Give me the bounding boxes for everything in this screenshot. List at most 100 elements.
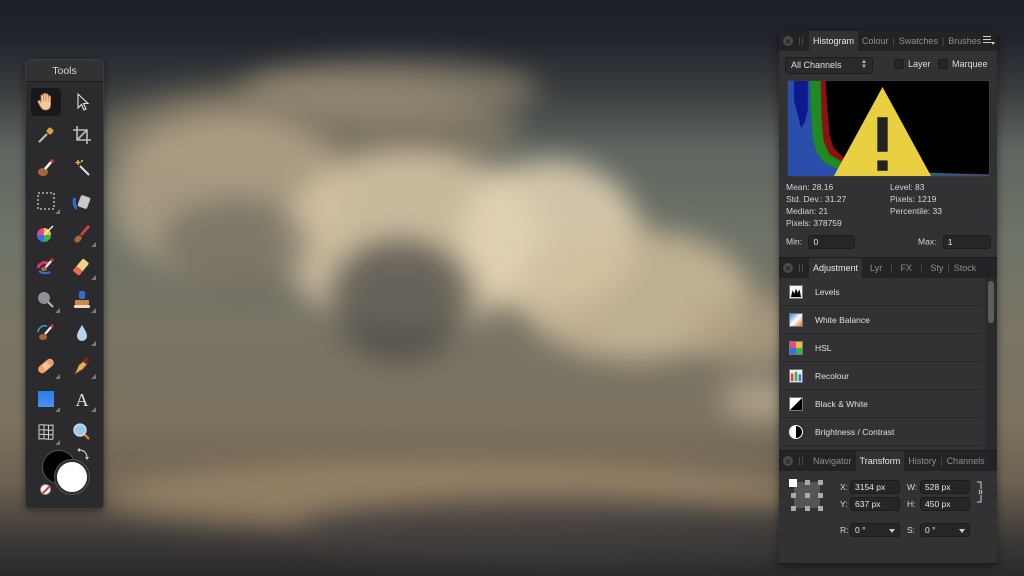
water-drop-icon (77, 325, 87, 341)
adjustment-item-brightness-contrast[interactable]: Brightness / Contrast (783, 418, 983, 446)
tab-navigator[interactable]: Navigator (809, 451, 856, 471)
adjustment-item-label: White Balance (815, 314, 870, 325)
tab-stock[interactable]: Stock (950, 258, 981, 278)
tab-fx[interactable]: FX (897, 258, 917, 278)
selection-brush-tool[interactable] (31, 154, 61, 182)
histogram-graph (787, 80, 990, 177)
adjustment-item-recolour[interactable]: Recolour (783, 362, 983, 390)
paint-bucket-icon (72, 195, 91, 210)
shear-label: S: (907, 525, 916, 535)
pixel-tool[interactable] (31, 253, 61, 281)
levels-icon (789, 284, 803, 299)
anchor-middle-left[interactable] (791, 493, 796, 498)
tab-history[interactable]: History (904, 451, 940, 471)
move-tool[interactable] (67, 88, 97, 116)
y-input[interactable]: 637 px (850, 497, 900, 511)
anchor-bottom-right[interactable] (818, 506, 823, 511)
flood-select-tool[interactable] (67, 154, 97, 182)
crop-tool[interactable] (67, 121, 97, 149)
tab-layers[interactable]: Lyr (866, 258, 886, 278)
flyout-indicator (55, 440, 60, 445)
rectangle-tool[interactable] (31, 385, 61, 413)
link-dimensions-icon[interactable] (976, 481, 984, 503)
w-input[interactable]: 528 px (920, 480, 970, 494)
tab-colour[interactable]: Colour (858, 31, 893, 51)
panel-menu-icon[interactable] (983, 36, 995, 45)
scrollbar-thumb[interactable] (988, 281, 994, 323)
pen-tool[interactable] (67, 352, 97, 380)
shear-value: 0 ° (925, 525, 936, 535)
blur-tool[interactable] (67, 319, 97, 347)
cloud-shape (300, 500, 800, 560)
healing-tool[interactable] (31, 352, 61, 380)
close-panel-icon[interactable] (783, 456, 793, 466)
text-tool[interactable]: A (67, 385, 97, 413)
anchor-bottom-center[interactable] (805, 506, 810, 511)
min-input[interactable]: 0 (808, 235, 856, 249)
recolour-icon (789, 368, 803, 383)
tab-histogram[interactable]: Histogram (809, 31, 859, 51)
anchor-center[interactable] (805, 493, 810, 498)
close-panel-icon[interactable] (783, 263, 793, 273)
clone-tool[interactable] (67, 286, 97, 314)
tab-styles[interactable]: Sty (926, 258, 947, 278)
shear-select[interactable]: 0 ° (920, 523, 970, 537)
updown-chevron-icon: ▲ ▼ (861, 59, 867, 70)
colour-replacement-tool[interactable] (31, 220, 61, 248)
dodge-tool[interactable] (31, 286, 61, 314)
anchor-top-center[interactable] (805, 480, 810, 485)
stat-level: Level: 83 (890, 182, 925, 192)
marquee-tool[interactable] (31, 187, 61, 215)
histogram-body: All Channels ▲ ▼ Layer Marquee Mean: 28.… (779, 51, 997, 257)
anchor-top-left[interactable] (789, 479, 797, 487)
tab-separator: | (890, 263, 893, 273)
tab-adjustment[interactable]: Adjustment (809, 258, 863, 278)
anchor-top-right[interactable] (818, 480, 823, 485)
anchor-middle-right[interactable] (818, 493, 823, 498)
adjustment-item-white-balance[interactable]: White Balance (783, 306, 983, 334)
checkbox-box[interactable] (938, 59, 948, 69)
max-input[interactable]: 1 (942, 235, 991, 249)
tab-swatches[interactable]: Swatches (895, 31, 942, 51)
marquee-checkbox[interactable]: Marquee (938, 59, 988, 69)
checkbox-box[interactable] (894, 59, 904, 69)
x-input[interactable]: 3154 px (850, 480, 900, 494)
max-label: Max: (918, 236, 937, 247)
adjustment-item-hsl[interactable]: HSL (783, 334, 983, 362)
adjustment-item-levels[interactable]: Levels (783, 278, 983, 306)
close-panel-icon[interactable] (783, 36, 793, 46)
cloud-shape (330, 240, 470, 360)
swap-colours-icon[interactable] (76, 447, 90, 461)
no-colour-icon[interactable] (40, 484, 51, 495)
view-tool[interactable] (31, 88, 61, 116)
flood-fill-tool[interactable] (67, 187, 97, 215)
mesh-warp-tool[interactable] (31, 418, 61, 446)
hand-icon (37, 92, 51, 111)
secondary-colour-swatch[interactable] (55, 460, 89, 494)
channel-select[interactable]: All Channels ▲ ▼ (785, 57, 873, 74)
layer-checkbox[interactable]: Layer (894, 59, 931, 69)
rotation-select[interactable]: 0 ° (850, 523, 900, 537)
tab-brushes[interactable]: Brushes (944, 31, 985, 51)
color-picker-tool[interactable] (31, 121, 61, 149)
anchor-point-selector[interactable] (789, 479, 823, 511)
adjustment-item-label: Black & White (815, 398, 868, 409)
drag-grip-icon[interactable] (799, 264, 803, 272)
drag-grip-icon[interactable] (799, 457, 803, 465)
adjustment-scrollbar[interactable] (985, 278, 997, 450)
rotation-label: R: (840, 525, 849, 535)
tab-transform[interactable]: Transform (855, 451, 905, 471)
anchor-bottom-left[interactable] (791, 506, 796, 511)
tab-channels[interactable]: Channels (943, 451, 989, 471)
layer-checkbox-label: Layer (908, 59, 931, 69)
smudge-tool[interactable] (31, 319, 61, 347)
zoom-tool[interactable] (67, 418, 97, 446)
h-input[interactable]: 450 px (920, 497, 970, 511)
drag-grip-icon[interactable] (799, 37, 803, 45)
adjustment-item-black-white[interactable]: Black & White (783, 390, 983, 418)
flyout-indicator (55, 209, 60, 214)
erase-brush-tool[interactable] (67, 253, 97, 281)
paint-brush-tool[interactable] (67, 220, 97, 248)
adjustment-item-label: Recolour (815, 370, 850, 381)
dodge-icon (38, 292, 54, 308)
